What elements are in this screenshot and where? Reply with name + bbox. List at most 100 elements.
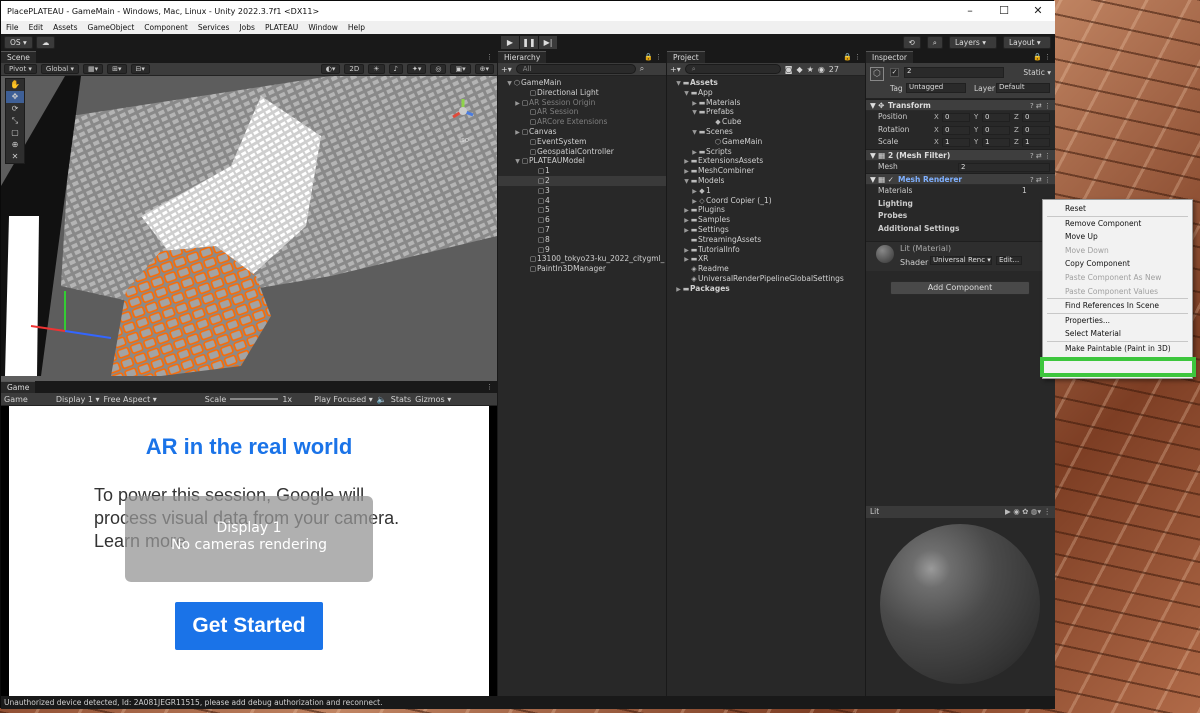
tab-hierarchy[interactable]: Hierarchy [498, 51, 547, 63]
aspect-dropdown[interactable]: Free Aspect ▾ [104, 395, 157, 404]
hierarchy-search-input[interactable]: All [515, 64, 636, 74]
project-row[interactable]: ▶ ▬MeshCombiner [667, 166, 865, 176]
game-mode-dropdown[interactable]: Game [4, 395, 28, 404]
hierarchy-row[interactable]: ▢Directional Light [498, 88, 666, 98]
play-focused-dropdown[interactable]: Play Focused ▾ [314, 395, 373, 404]
history-icon[interactable]: ⟲ [902, 36, 921, 49]
menu-jobs[interactable]: Jobs [234, 23, 259, 32]
shader-edit-button[interactable]: Edit... [996, 256, 1022, 265]
transform-z-field[interactable]: 0 [1022, 113, 1050, 122]
menu-edit[interactable]: Edit [24, 23, 49, 32]
materials-foldout[interactable]: Materials [878, 186, 912, 195]
mesh-renderer-header[interactable]: ▼ ▦ ✓ Mesh Renderer ? ⇄ ⋮ [866, 173, 1055, 185]
hierarchy-row[interactable]: ▢9 [498, 245, 666, 255]
transform-z-field[interactable]: 0 [1022, 125, 1050, 135]
context-menu-item[interactable]: Find References In Scene [1043, 299, 1192, 313]
display-dropdown[interactable]: Display 1 ▾ [56, 395, 100, 404]
active-checkbox[interactable]: ✓ [890, 68, 899, 77]
hierarchy-row[interactable]: ▢8 [498, 235, 666, 245]
custom-tool-icon[interactable]: ✕ [6, 151, 24, 163]
pause-button[interactable]: ❚❚ [520, 36, 538, 49]
add-object-button[interactable]: +▾ [501, 65, 512, 74]
project-row[interactable]: ▼ ▬App [667, 88, 865, 98]
probes-foldout[interactable]: Probes [866, 210, 1055, 223]
project-row[interactable]: ▶ ◇Coord Copier (_1) [667, 196, 865, 206]
menu-file[interactable]: File [1, 23, 24, 32]
materials-row[interactable]: Materials 1 [866, 185, 1055, 198]
layers-dropdown[interactable]: Layers ▾ [949, 36, 997, 49]
hierarchy-row[interactable]: ▶ ▢AR Session Origin [498, 98, 666, 108]
context-menu-item[interactable]: Copy Component [1043, 257, 1192, 271]
panel-menu-icon[interactable]: ⋮ [486, 381, 493, 393]
transform-y-field[interactable]: 0 [982, 113, 1010, 122]
global-dropdown[interactable]: Global ▾ [40, 64, 79, 74]
transform-y-field[interactable]: 1 [982, 138, 1010, 147]
hierarchy-row[interactable]: ▢13100_tokyo23-ku_2022_citygml_ [498, 254, 666, 264]
transform-z-field[interactable]: 1 [1022, 138, 1050, 147]
transform-header[interactable]: ▼ ✥ Transform ? ⇄ ⋮ [866, 99, 1055, 111]
grid-snap-icon[interactable]: ▦▾ [83, 64, 104, 74]
context-menu-item[interactable]: Reset [1043, 202, 1192, 216]
menu-gameobject[interactable]: GameObject [83, 23, 140, 32]
foldout-arrow-icon[interactable]: ▶ [675, 285, 682, 295]
static-dropdown[interactable]: Static ▾ [1023, 68, 1051, 77]
rect-tool-icon[interactable]: ▢ [6, 127, 24, 139]
filter-icon[interactable]: ⌕ [640, 64, 644, 74]
draw-mode-icon[interactable]: ◐▾ [320, 64, 341, 74]
menu-assets[interactable]: Assets [48, 23, 82, 32]
lock-icon[interactable]: 🔒 ⋮ [843, 51, 861, 63]
play-button[interactable]: ▶ [501, 36, 519, 49]
lock-icon[interactable]: 🔒 ⋮ [644, 51, 662, 63]
rotate-tool-icon[interactable]: ⟳ [6, 103, 24, 115]
hierarchy-row[interactable]: ▢1 [498, 166, 666, 176]
close-button[interactable]: ✕ [1021, 1, 1055, 21]
minimize-button[interactable]: – [953, 1, 987, 21]
step-button[interactable]: ▶| [539, 36, 557, 49]
hierarchy-row[interactable]: ▢EventSystem [498, 137, 666, 147]
hierarchy-row[interactable]: ▢5 [498, 205, 666, 215]
lock-icon[interactable]: 🔒 ⋮ [1033, 51, 1051, 63]
project-row[interactable]: ▼ ▬Assets [667, 78, 865, 88]
transform-tool-icon[interactable]: ⊕ [6, 139, 24, 151]
get-started-button[interactable]: Get Started [175, 602, 323, 650]
mesh-field[interactable]: 2 [958, 162, 1050, 172]
hierarchy-row[interactable]: ▢4 [498, 196, 666, 206]
maximize-button[interactable]: ☐ [987, 1, 1021, 21]
project-row[interactable]: ▶ ▬Scripts [667, 147, 865, 157]
hierarchy-row[interactable]: ▶ ▢Canvas [498, 127, 666, 137]
filter-label-icon[interactable]: ◆ [796, 65, 802, 74]
camera-icon[interactable]: ▣▾ [450, 64, 471, 74]
favorite-icon[interactable]: ★ [807, 65, 814, 74]
project-row[interactable]: ▶ ▬Packages [667, 284, 865, 294]
hierarchy-row[interactable]: ▢ARCore Extensions [498, 117, 666, 127]
scale-tool-icon[interactable]: ⤡ [6, 115, 24, 127]
mode-2d-button[interactable]: 2D [344, 64, 365, 74]
project-row[interactable]: ▶ ▬ExtensionsAssets [667, 156, 865, 166]
context-menu-item[interactable]: Make Paintable (Paint in 3D) [1043, 342, 1192, 356]
mesh-filter-header[interactable]: ▼ ▦ 2 (Mesh Filter) ? ⇄ ⋮ [866, 148, 1055, 161]
project-row[interactable]: ⬡GameMain [667, 137, 865, 147]
transform-y-field[interactable]: 0 [982, 125, 1010, 135]
shader-dropdown[interactable]: Universal Renc ▾ [930, 256, 992, 265]
project-row[interactable]: ▶ ▬Settings [667, 225, 865, 235]
additional-settings-foldout[interactable]: Additional Settings [866, 223, 1055, 236]
project-row[interactable]: ▶ ▬XR [667, 254, 865, 264]
lighting-foldout[interactable]: Lighting [866, 198, 1055, 211]
project-row[interactable]: ▬StreamingAssets [667, 235, 865, 245]
panel-menu-icon[interactable]: ⋮ [486, 51, 493, 63]
context-menu-item[interactable]: Properties... [1043, 314, 1192, 328]
hierarchy-row[interactable]: ▼ ⬡GameMain [498, 78, 666, 88]
menu-component[interactable]: Component [139, 23, 193, 32]
project-row[interactable]: ◈UniversalRenderPipelineGlobalSettings [667, 274, 865, 284]
gizmos-icon[interactable]: ⊕▾ [474, 64, 494, 74]
scene-viewport[interactable]: Iso ✋ ✥ ⟳ ⤡ ▢ ⊕ ✕ [1, 76, 497, 381]
tab-scene[interactable]: Scene [1, 51, 36, 63]
hierarchy-row[interactable]: ▢GeospatialController [498, 147, 666, 157]
hand-tool-icon[interactable]: ✋ [6, 79, 24, 91]
hierarchy-row[interactable]: ▢6 [498, 215, 666, 225]
project-search-input[interactable]: ⌕ [684, 64, 781, 74]
tag-dropdown[interactable]: Untagged [906, 83, 966, 93]
tab-inspector[interactable]: Inspector [866, 51, 913, 63]
context-menu-item[interactable]: Move Up [1043, 230, 1192, 244]
transform-x-field[interactable]: 1 [942, 138, 970, 147]
